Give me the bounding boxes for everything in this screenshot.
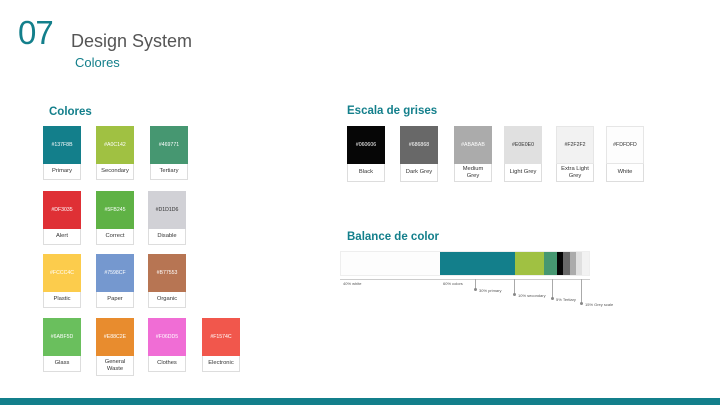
balance-segment xyxy=(341,252,441,275)
tick-dot-secondary xyxy=(513,293,516,296)
swatch-label: Correct xyxy=(96,229,134,245)
swatch-chip: #F06DD5 xyxy=(148,318,186,356)
swatch-label: Paper xyxy=(96,292,134,308)
swatch-label: Extra Light Grey xyxy=(556,164,594,182)
grises-section-title: Escala de grises xyxy=(347,105,438,117)
color-swatch: #E88C2E General Waste xyxy=(96,318,134,376)
color-swatch: #5FB245 Correct xyxy=(96,191,134,245)
color-swatch: #7598CF Paper xyxy=(96,254,134,308)
grey-swatch: #ABABAB Medium Grey xyxy=(454,126,492,182)
tick-dot-tertiary xyxy=(551,297,554,300)
swatch-label: Medium Grey xyxy=(454,164,492,182)
swatch-chip: #B77553 xyxy=(148,254,186,292)
color-swatch: #A0C142 Secondary xyxy=(96,126,134,180)
colores-section-title: Colores xyxy=(49,106,92,118)
grey-swatch: #F2F2F2 Extra Light Grey xyxy=(556,126,594,182)
slide-title: Design System xyxy=(71,31,193,51)
swatch-chip: #E0E0E0 xyxy=(504,126,542,164)
swatch-label: Clothes xyxy=(148,356,186,372)
swatch-label: Light Grey xyxy=(504,164,542,182)
swatch-label: Disable xyxy=(148,229,186,245)
swatch-label: Secondary xyxy=(96,164,134,180)
balance-segment xyxy=(514,252,545,275)
tick-line-secondary xyxy=(514,279,515,294)
swatch-chip: #137F8B xyxy=(43,126,81,164)
label-colors: 60% colors xyxy=(443,281,463,286)
swatch-chip: #D1D1D6 xyxy=(148,191,186,229)
swatch-chip: #469771 xyxy=(150,126,188,164)
color-swatch: #F06DD5 Clothes xyxy=(148,318,186,372)
swatch-label: Dark Grey xyxy=(400,164,438,182)
balance-bar xyxy=(340,251,590,276)
swatch-label: Plastic xyxy=(43,292,81,308)
swatch-chip: #DF3035 xyxy=(43,191,81,229)
swatch-chip: #FDFDFD xyxy=(606,126,644,164)
grey-swatch: #FDFDFD White xyxy=(606,126,644,182)
swatch-chip: #A0C142 xyxy=(96,126,134,164)
label-white: 40% white xyxy=(343,281,362,286)
swatch-chip: #F2F2F2 xyxy=(556,126,594,164)
color-swatch: #FCCC4C Plastic xyxy=(43,254,81,308)
tick-dot-grey xyxy=(580,302,583,305)
color-swatch: #DF3035 Alert xyxy=(43,191,81,245)
grey-swatch: #686868 Dark Grey xyxy=(400,126,438,182)
swatch-label: Organic xyxy=(148,292,186,308)
label-secondary: 10% secondary xyxy=(518,293,546,298)
swatch-label: Electronic xyxy=(202,356,240,372)
swatch-chip: #F1574C xyxy=(202,318,240,356)
slide-number: 07 xyxy=(18,14,54,51)
color-swatch: #D1D1D6 Disable xyxy=(148,191,186,245)
label-grey: 15% Grey scale xyxy=(585,302,614,307)
swatch-label: Black xyxy=(347,164,385,182)
color-swatch: #469771 Tertiary xyxy=(150,126,188,180)
tick-line-tertiary xyxy=(552,279,553,298)
swatch-label: Primary xyxy=(43,164,81,180)
slide-subtitle: Colores xyxy=(75,55,120,70)
balance-segment xyxy=(440,252,515,275)
grey-swatch: #060606 Black xyxy=(347,126,385,182)
swatch-chip: #FCCC4C xyxy=(43,254,81,292)
label-primary: 30% primary xyxy=(479,288,502,293)
balance-section-title: Balance de color xyxy=(347,231,440,243)
color-swatch: #B77553 Organic xyxy=(148,254,186,308)
swatch-chip: #7598CF xyxy=(96,254,134,292)
swatch-chip: #686868 xyxy=(400,126,438,164)
footer-bar xyxy=(0,398,720,405)
swatch-label: Alert xyxy=(43,229,81,245)
tick-dot-primary xyxy=(474,288,477,291)
swatch-chip: #6ABF5D xyxy=(43,318,81,356)
swatch-chip: #060606 xyxy=(347,126,385,164)
swatch-chip: #5FB245 xyxy=(96,191,134,229)
color-swatch: #137F8B Primary xyxy=(43,126,81,180)
swatch-label: General Waste xyxy=(96,356,134,376)
color-swatch: #6ABF5D Glass xyxy=(43,318,81,372)
swatch-label: Tertiary xyxy=(150,164,188,180)
swatch-chip: #ABABAB xyxy=(454,126,492,164)
tick-line-grey xyxy=(581,279,582,303)
grey-swatch: #E0E0E0 Light Grey xyxy=(504,126,542,182)
swatch-chip: #E88C2E xyxy=(96,318,134,356)
color-swatch: #F1574C Electronic xyxy=(202,318,240,372)
swatch-label: White xyxy=(606,164,644,182)
swatch-label: Glass xyxy=(43,356,81,372)
label-tertiary: 5% Tertiary xyxy=(556,297,576,302)
balance-segment xyxy=(544,252,557,275)
balance-segment xyxy=(582,252,589,275)
